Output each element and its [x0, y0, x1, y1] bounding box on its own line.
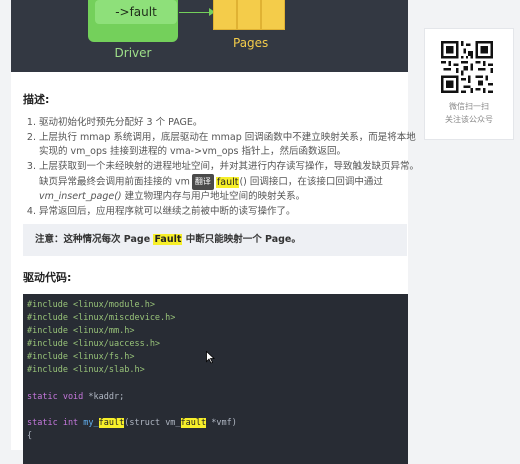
qr-caption-scan: 微信扫一扫 [449, 102, 489, 111]
search-highlight: fault [98, 418, 125, 428]
code-line: #include <linux/mm.h> [27, 326, 135, 336]
code-line: #include <linux/uaccess.h> [27, 339, 161, 349]
wechat-qr-panel: 微信扫一扫 关注该公众号 [424, 28, 514, 140]
fault-callback-box: ->fault [95, 0, 177, 24]
code-text: *vmf) [206, 418, 237, 428]
code-heading: 驱动代码: [23, 271, 72, 284]
code-text: *kaddr; [88, 392, 125, 402]
search-highlight: fault [215, 176, 240, 188]
article-content: ->fault Driver Pages 描述: 驱动初始化时预先分配好 3 个… [11, 0, 419, 464]
code-line: #include <linux/module.h> [27, 300, 155, 310]
code-keyword: static int [27, 418, 84, 428]
list-item: 上层执行 mmap 系统调用，底层驱动在 mmap 回调函数中不建立映射关系，而… [39, 131, 425, 159]
code-block[interactable]: #include <linux/module.h> #include <linu… [23, 294, 408, 464]
function-name: vm_insert_page() [39, 191, 122, 202]
page-cell [213, 0, 237, 30]
page-cell [261, 0, 285, 30]
code-line: #include <linux/miscdevice.h> [27, 313, 176, 323]
description-heading: 描述: [23, 93, 50, 106]
code-text: (struct vm_ [124, 418, 181, 428]
step-text: 建立物理内存与用户地址空间的映射关系。 [121, 191, 306, 202]
step-text: 异常返回后，应用程序就可以继续之前被中断的读写操作了。 [39, 206, 296, 217]
page-cell [237, 0, 261, 30]
code-keyword: static void [27, 392, 89, 402]
driver-label: Driver [114, 46, 152, 60]
search-highlight: fault [180, 418, 207, 428]
description-steps: 驱动初始化时预先分配好 3 个 PAGE。 上层执行 mmap 系统调用，底层驱… [23, 116, 425, 220]
code-function: my_ [83, 418, 99, 428]
code-line: #include <linux/slab.h> [27, 365, 145, 375]
step-text: () 回调接口，在该接口回调中通过 [239, 176, 383, 188]
list-item: 驱动初始化时预先分配好 3 个 PAGE。 [39, 116, 425, 130]
mapping-arrow [179, 12, 213, 13]
mmap-fault-diagram: ->fault Driver Pages [11, 0, 408, 72]
note-callout: 注意：这种情况每次 Page Fault 中断只能映射一个 Page。 [23, 224, 407, 256]
code-line: #include <linux/fs.h> [27, 352, 135, 362]
code-line: static int my_fault(struct vm_fault *vmf… [27, 418, 237, 428]
step-text: 上层执行 mmap 系统调用，底层驱动在 mmap 回调函数中不建立映射关系，而… [39, 132, 416, 157]
note-text: 中断只能映射一个 Page。 [182, 234, 301, 245]
list-item: 异常返回后，应用程序就可以继续之前被中断的读写操作了。 [39, 205, 425, 219]
step-text: 驱动初始化时预先分配好 3 个 PAGE。 [39, 117, 203, 128]
search-highlight: Fault [153, 234, 183, 245]
pages-label: Pages [233, 36, 269, 50]
note-text: 注意：这种情况每次 Page [35, 234, 154, 245]
list-item: 上层获取到一个未经映射的进程地址空间，并对其进行内存读写操作，导致触发缺页异常。… [39, 160, 425, 204]
mouse-cursor-icon [206, 351, 215, 364]
code-line: { [27, 431, 33, 441]
code-line: static void *kaddr; [27, 392, 124, 402]
qr-code-icon[interactable] [441, 41, 493, 93]
pages-block [213, 0, 285, 30]
translate-tooltip[interactable]: 翻译 [191, 174, 214, 190]
qr-caption-follow: 关注该公众号 [445, 115, 493, 124]
